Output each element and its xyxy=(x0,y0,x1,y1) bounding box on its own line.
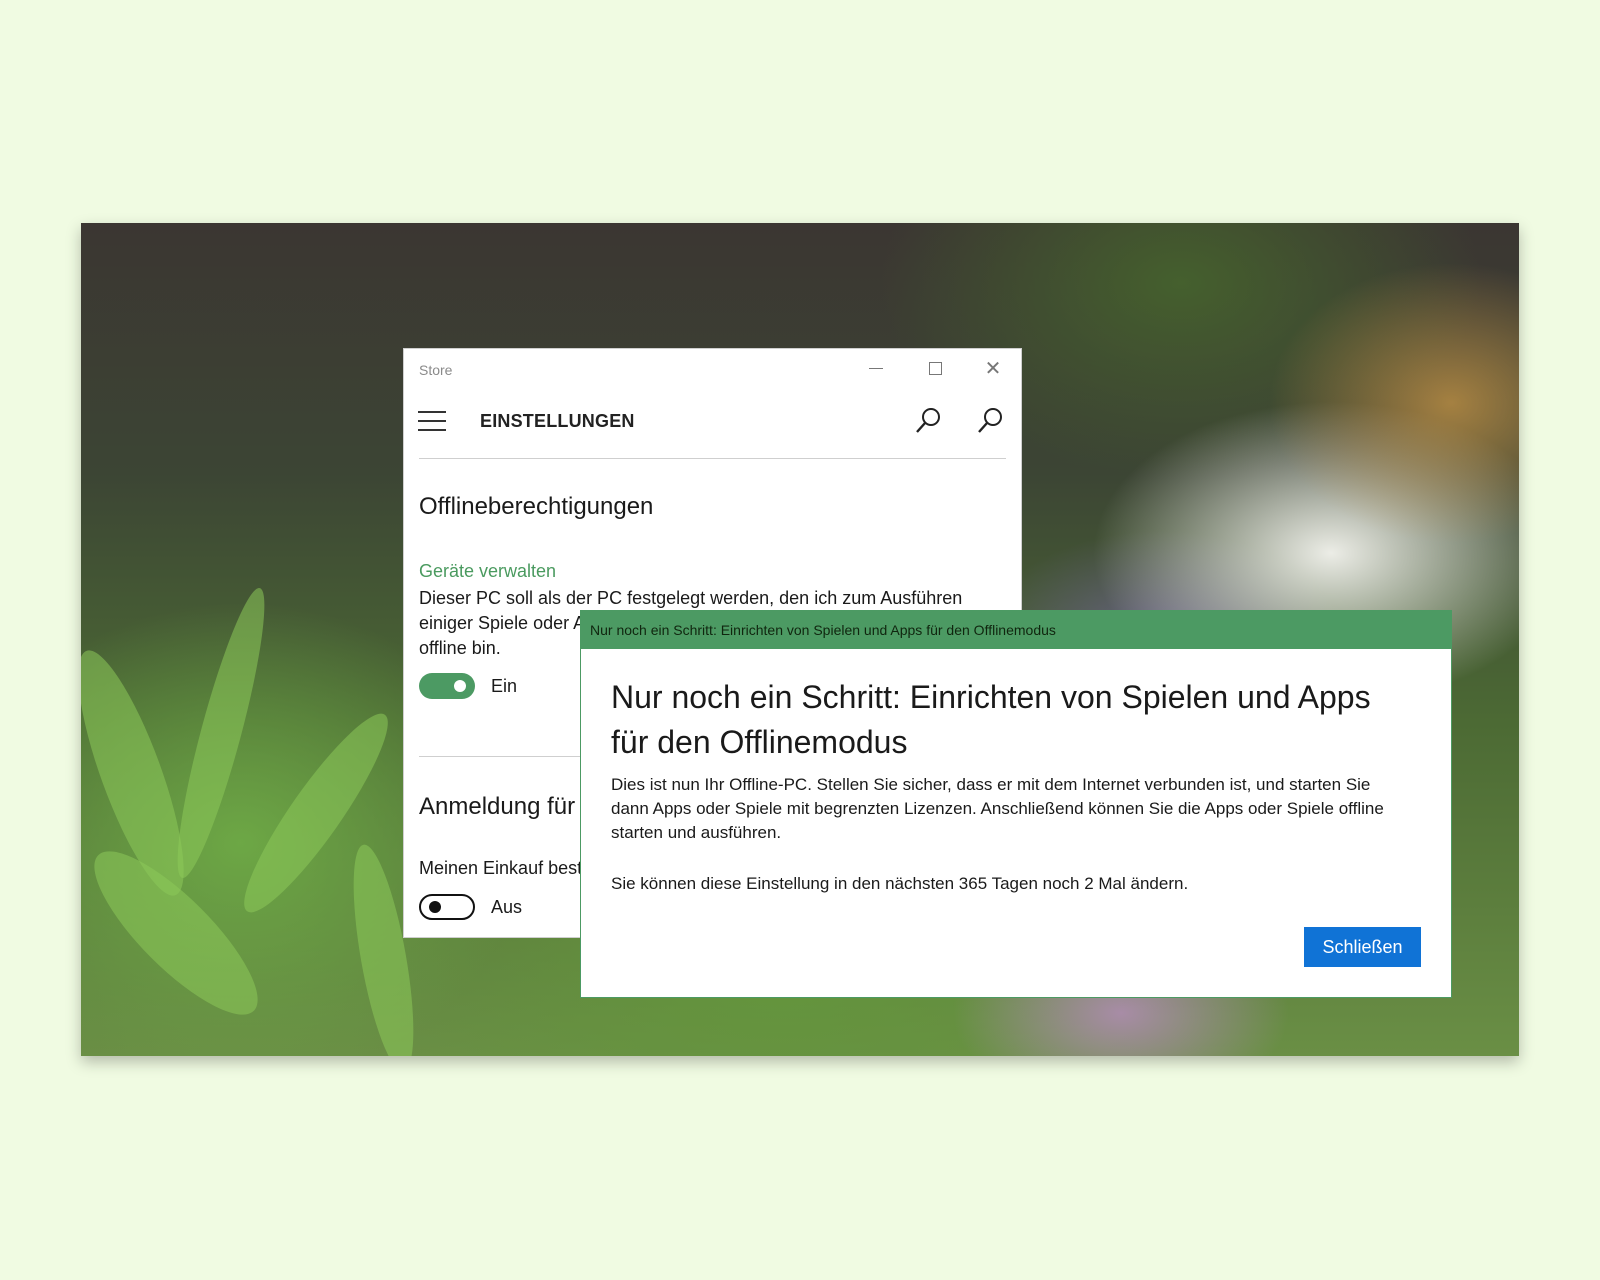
minimize-icon xyxy=(869,367,883,369)
page: Store ✕ EINSTELLUNGEN Offlineberechtigun… xyxy=(0,0,1600,1280)
purchase-toggle-state-label: Aus xyxy=(491,897,523,917)
offline-toggle-state-label: Ein xyxy=(491,676,518,696)
header-divider xyxy=(419,458,1006,459)
confirm-purchase-toggle[interactable] xyxy=(419,894,475,920)
close-button[interactable]: Schließen xyxy=(1304,927,1421,967)
close-icon: ✕ xyxy=(984,356,1002,380)
offline-setup-dialog: Nur noch ein Schritt: Einrichten von Spi… xyxy=(580,610,1452,998)
wallpaper-plant-blade xyxy=(162,582,280,884)
search-icon[interactable] xyxy=(974,405,1006,437)
close-window-button[interactable]: ✕ xyxy=(964,349,1021,387)
minimize-button[interactable] xyxy=(847,349,905,387)
page-title: EINSTELLUNGEN xyxy=(480,411,635,431)
maximize-icon xyxy=(928,361,942,375)
manage-devices-link[interactable]: Geräte verwalten xyxy=(419,561,556,582)
dialog-body-text: Dies ist nun Ihr Offline-PC. Stellen Sie… xyxy=(611,775,1384,842)
app-header: EINSTELLUNGEN xyxy=(404,387,1021,457)
window-app-title: Store xyxy=(419,362,453,378)
hamburger-menu-icon[interactable] xyxy=(418,411,446,431)
toggle-knob xyxy=(454,680,466,692)
maximize-button[interactable] xyxy=(906,349,964,387)
dialog-heading: Nur noch ein Schritt: Einrichten von Spi… xyxy=(611,679,1371,760)
dialog-titlebar[interactable]: Nur noch ein Schritt: Einrichten von Spi… xyxy=(581,611,1451,649)
offline-permissions-heading: Offlineberechtigungen xyxy=(419,493,654,520)
dialog-window-title: Nur noch ein Schritt: Einrichten von Spi… xyxy=(590,622,1056,638)
toggle-knob xyxy=(429,901,441,913)
window-titlebar[interactable]: Store ✕ xyxy=(404,349,1021,387)
search-icon[interactable] xyxy=(912,405,944,437)
dialog-change-limit-note: Sie können diese Einstellung in den näch… xyxy=(611,874,1189,893)
offline-pc-toggle[interactable] xyxy=(419,673,475,699)
